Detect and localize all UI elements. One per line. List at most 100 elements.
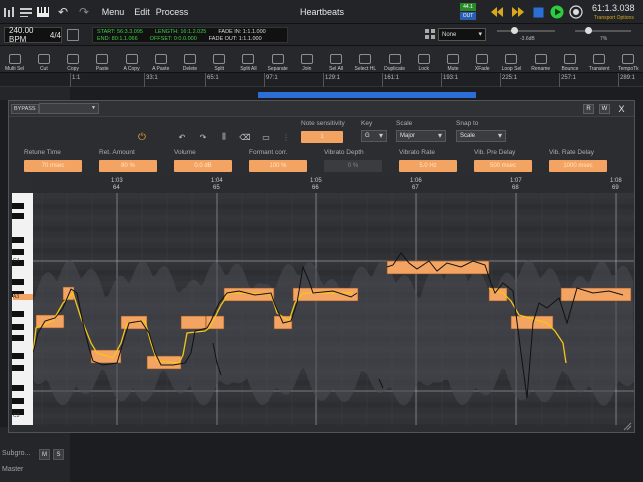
tool-xfade[interactable]: XFade: [468, 48, 497, 72]
piano-keyboard[interactable]: C4 A3 C3: [12, 193, 33, 425]
param-field[interactable]: 0 %: [324, 160, 382, 172]
piano-black-key[interactable]: [12, 203, 24, 209]
piano-black-key[interactable]: [12, 353, 24, 359]
param-field[interactable]: 500 msec: [474, 160, 532, 172]
pan-slider[interactable]: [575, 27, 631, 34]
mixer-icon[interactable]: [2, 0, 16, 24]
tool-rename[interactable]: Rename: [526, 48, 555, 72]
position-readout[interactable]: 61:1.3.038: [592, 3, 635, 13]
snap-select[interactable]: None ▾: [438, 28, 486, 41]
write-button[interactable]: W: [599, 104, 610, 114]
tool-multi-sel[interactable]: Multi Sel: [0, 48, 29, 72]
piano-black-key[interactable]: [12, 365, 24, 371]
read-button[interactable]: R: [583, 104, 594, 114]
key-select[interactable]: G: [361, 130, 387, 142]
piano-black-key[interactable]: [12, 237, 24, 243]
preset-select[interactable]: [39, 103, 99, 114]
tool-delete[interactable]: Delete: [175, 48, 204, 72]
tool-tempotk[interactable]: TempoTk: [614, 48, 643, 72]
rewind-icon[interactable]: [489, 0, 505, 24]
piano-black-key[interactable]: [12, 311, 24, 317]
edit-menu[interactable]: Edit: [130, 0, 154, 24]
tool-sel-all[interactable]: Sel All: [322, 48, 351, 72]
note-block[interactable]: [292, 287, 359, 302]
tracks-icon[interactable]: [18, 0, 34, 24]
param-field[interactable]: 80 %: [99, 160, 157, 172]
tool-split-all[interactable]: Split All: [234, 48, 263, 72]
power-icon[interactable]: ⏻: [137, 132, 147, 143]
editor-ruler-bar: 68: [512, 185, 519, 191]
volume-slider[interactable]: [497, 27, 555, 34]
piano-black-key[interactable]: [12, 335, 24, 341]
note-block[interactable]: [386, 260, 490, 275]
redo-icon[interactable]: ↷: [76, 0, 92, 24]
audio-region[interactable]: [258, 92, 476, 98]
editor-ruler[interactable]: 1:03 64 1:04 65 1:05 66 1:06 67 1:07 68 1:08 69: [33, 177, 634, 193]
master-track-name[interactable]: Master: [2, 466, 23, 473]
pitch-editor-graph[interactable]: [33, 193, 634, 425]
tool-separate[interactable]: Separate: [263, 48, 292, 72]
param-field[interactable]: 70 msec: [24, 160, 82, 172]
play-icon[interactable]: [549, 0, 565, 24]
tool-bounce[interactable]: Bounce: [555, 48, 584, 72]
undo-icon[interactable]: ↶: [55, 0, 71, 24]
subgroup-track-name[interactable]: Subgro...: [2, 450, 30, 457]
tool-select-hl[interactable]: Select HL: [351, 48, 380, 72]
close-button[interactable]: X: [616, 104, 627, 114]
piano-black-key[interactable]: [12, 398, 24, 404]
piano-black-key[interactable]: [12, 385, 24, 391]
keyboard-icon[interactable]: [35, 0, 51, 24]
note-sensitivity-field[interactable]: 1: [301, 131, 343, 143]
ruler-tick: [144, 73, 145, 87]
tool-transient[interactable]: Transient: [585, 48, 614, 72]
param-field[interactable]: 5.0 Hz: [399, 160, 457, 172]
scale-select[interactable]: Major: [396, 130, 446, 142]
grid-icon[interactable]: [425, 28, 435, 40]
note-row: [33, 424, 634, 425]
volume-handle[interactable]: [511, 27, 518, 34]
bypass-button[interactable]: BYPASS: [11, 104, 39, 114]
tool-split[interactable]: Split: [205, 48, 234, 72]
snap-to-select[interactable]: Scale: [456, 130, 506, 142]
eraser-icon[interactable]: ⌫: [239, 132, 250, 142]
piano-black-key[interactable]: [12, 279, 24, 285]
select-rect-icon[interactable]: ▭: [261, 132, 271, 142]
timeline-ruler[interactable]: 1:1 33:1 65:1 97:1 129:1 161:1 193:1 225:1 257:1…: [0, 73, 643, 87]
more-icon[interactable]: ⋮: [281, 132, 291, 142]
pan-handle[interactable]: [585, 27, 592, 34]
fast-forward-icon[interactable]: [510, 0, 526, 24]
solo-button[interactable]: S: [53, 449, 64, 460]
piano-black-key[interactable]: [12, 213, 24, 219]
tool-paste[interactable]: Paste: [88, 48, 117, 72]
param-field[interactable]: 100 %: [249, 160, 307, 172]
tool-a-paste[interactable]: A Paste: [146, 48, 175, 72]
tool-mute[interactable]: Mute: [438, 48, 467, 72]
undo-icon[interactable]: ↶: [177, 132, 187, 142]
redo-icon[interactable]: ↷: [198, 132, 208, 142]
tool-label: Select HL: [354, 66, 377, 72]
param-field[interactable]: 0.0 dB: [174, 160, 232, 172]
tool-a-copy[interactable]: A Copy: [117, 48, 146, 72]
tool-loop-sel[interactable]: Loop Sel: [497, 48, 526, 72]
record-icon[interactable]: [568, 0, 584, 24]
tempo-display[interactable]: 240.00 BPM 4/4: [4, 26, 62, 44]
transport-options-link[interactable]: Transport Options: [594, 15, 634, 21]
tool-cut[interactable]: Cut: [29, 48, 58, 72]
tool-label: Split: [214, 66, 225, 72]
param-field[interactable]: 1000 msec: [549, 160, 607, 172]
tool-lock[interactable]: Lock: [409, 48, 438, 72]
tool-join[interactable]: Join: [292, 48, 321, 72]
piano-black-key[interactable]: [12, 324, 24, 330]
resize-handle-icon[interactable]: [623, 422, 632, 431]
split-note-icon[interactable]: ⫼: [219, 132, 229, 142]
process-menu[interactable]: Process: [155, 0, 189, 24]
metronome-icon[interactable]: [67, 29, 79, 41]
menu-button[interactable]: Menu: [98, 0, 128, 24]
tool-duplicate[interactable]: Duplicate: [380, 48, 409, 72]
note-block[interactable]: [180, 315, 207, 330]
mute-button[interactable]: M: [39, 449, 50, 460]
edit-toolbar: Multi Sel Cut Copy Paste A Copy A Paste Delete…: [0, 46, 643, 73]
tool-copy[interactable]: Copy: [58, 48, 87, 72]
piano-black-key[interactable]: [12, 249, 24, 255]
stop-icon[interactable]: [531, 0, 545, 24]
